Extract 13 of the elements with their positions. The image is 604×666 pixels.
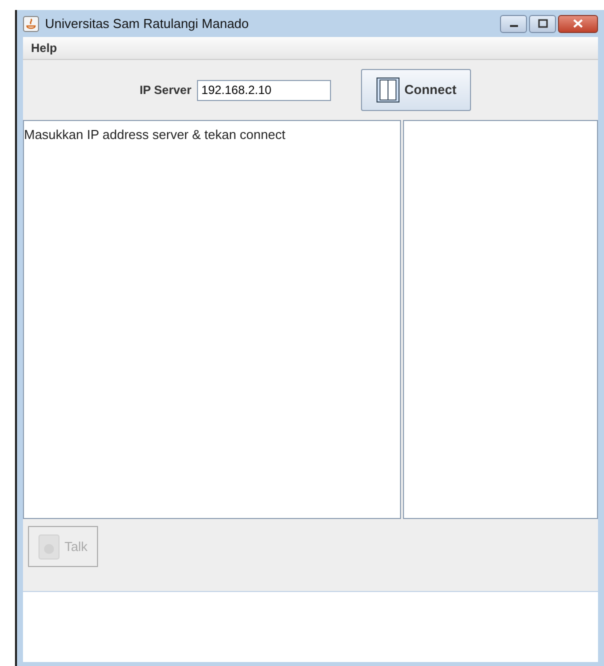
- minimize-button[interactable]: [500, 14, 527, 32]
- close-icon: [573, 19, 583, 28]
- book-icon: [376, 77, 400, 103]
- maximize-button[interactable]: [529, 14, 556, 32]
- window-title: Universitas Sam Ratulangi Manado: [45, 14, 249, 33]
- connect-button[interactable]: Connect: [361, 69, 472, 111]
- ip-field[interactable]: 192.168.2.10: [197, 80, 332, 100]
- maximize-icon: [538, 19, 548, 28]
- menu-item[interactable]: Help: [31, 39, 58, 57]
- ip-label: IP Server: [140, 82, 192, 99]
- close-button[interactable]: [558, 14, 598, 32]
- java-icon: [23, 16, 39, 32]
- log-text: Masukkan IP address server & tekan connect: [24, 126, 286, 144]
